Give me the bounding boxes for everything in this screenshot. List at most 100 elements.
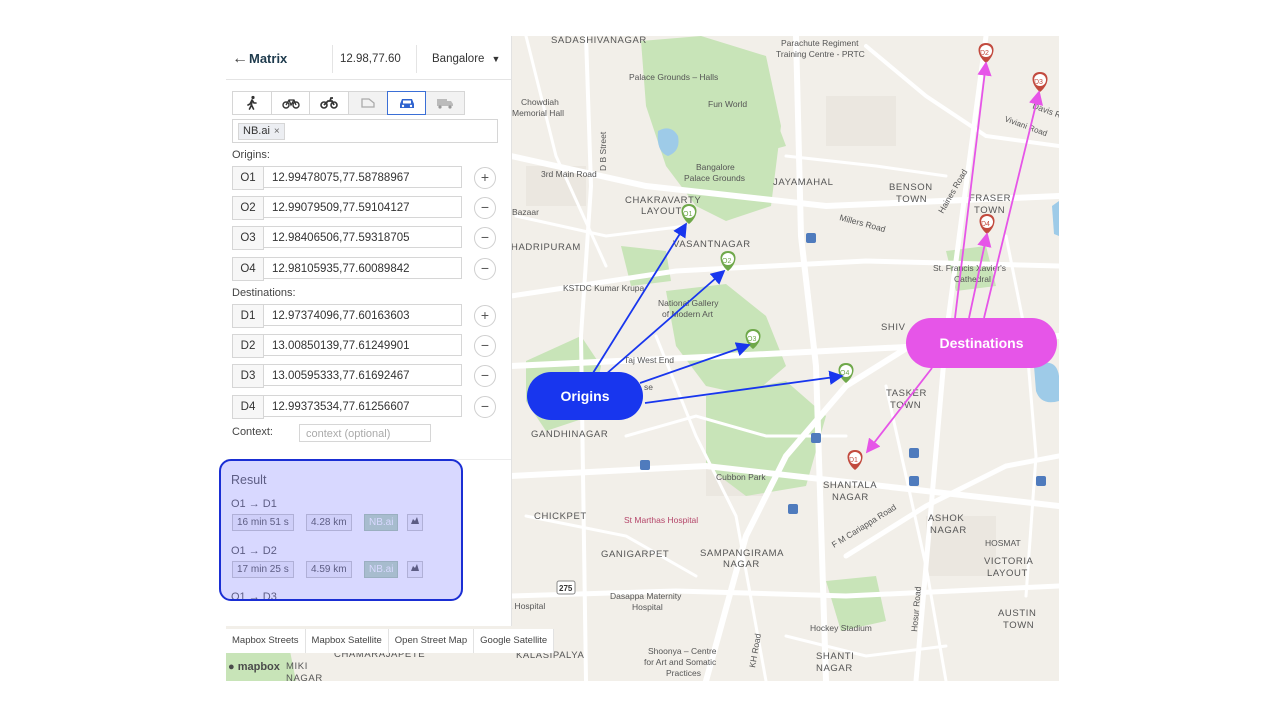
origin-marker-label: O4 — [840, 370, 849, 377]
origin-coord-input[interactable]: 12.98105935,77.60089842 — [264, 257, 462, 279]
origin-row-label: O3 — [232, 226, 264, 250]
map-label: NAGAR — [930, 525, 967, 536]
map-label: TOWN — [1003, 620, 1034, 631]
origin-coord-input[interactable]: 12.99079509,77.59104127 — [264, 196, 462, 218]
map-label: SADASHIVANAGAR — [551, 36, 647, 46]
origins-callout: Origins — [527, 372, 643, 420]
result-highlight-box — [219, 459, 463, 601]
map-label: NAGAR — [723, 559, 760, 570]
map-label: Parachute Regiment — [781, 38, 859, 48]
map-label: HADRIPURAM — [511, 242, 581, 253]
map-label: VICTORIA — [984, 556, 1034, 567]
map-label: 3rd Main Road — [541, 169, 597, 179]
scooter-icon — [361, 98, 375, 108]
destination-marker-label: D2 — [980, 50, 989, 57]
map-label: Chowdiah — [521, 97, 559, 107]
mode-motorcycle[interactable] — [309, 91, 350, 115]
origin-marker-label: O1 — [683, 211, 692, 218]
map-label: SHANTALA — [823, 480, 877, 491]
destination-row: D1 12.97374096,77.60163603 — [232, 304, 464, 328]
mode-scooter[interactable] — [348, 91, 388, 115]
destination-row-label: D1 — [232, 304, 264, 328]
map-label: Cubbon Park — [716, 472, 766, 482]
mapbox-logo-text: mapbox — [237, 661, 280, 673]
remove-origin-button[interactable]: − — [474, 227, 496, 249]
map-label: AUSTIN — [998, 608, 1036, 619]
map-label: Memorial Hall — [512, 108, 564, 118]
destination-row: D4 12.99373534,77.61256607 — [232, 395, 464, 419]
close-icon[interactable]: × — [274, 126, 280, 137]
map-label: SAMPANGIRAMA — [700, 548, 784, 559]
mapbox-logo: ● mapbox — [228, 661, 280, 673]
destinations-callout: Destinations — [906, 318, 1057, 368]
map-label: JAYAMAHAL — [773, 177, 833, 188]
origin-row: O3 12.98406506,77.59318705 — [232, 226, 464, 250]
map-label: SHIV — [881, 322, 906, 333]
map-label: Training Centre - PRTC — [776, 49, 865, 59]
tab-mapbox-satellite[interactable]: Mapbox Satellite — [306, 629, 389, 653]
remove-destination-button[interactable]: − — [474, 335, 496, 357]
map-label: KSTDC Kumar Krupa — [563, 283, 645, 293]
map-label: Palace Grounds – Halls — [629, 72, 718, 82]
origin-coord-input[interactable]: 12.98406506,77.59318705 — [264, 226, 462, 248]
map-label: SHANTI — [816, 651, 854, 662]
map-label: St. Francis Xavier's — [933, 263, 1006, 273]
map-label: of Modern Art — [662, 309, 714, 319]
origin-coord-input[interactable]: 12.99478075,77.58788967 — [264, 166, 462, 188]
context-label: Context: — [232, 426, 273, 438]
map-label: FRASER — [969, 193, 1011, 204]
destination-coord-input[interactable]: 12.99373534,77.61256607 — [264, 395, 462, 417]
tab-open-street-map[interactable]: Open Street Map — [389, 629, 475, 653]
highway-shield-icon: 275 — [556, 580, 576, 595]
map-label: Bazaar — [512, 207, 539, 217]
origin-marker-label: O2 — [722, 258, 731, 265]
destination-coord-input[interactable]: 13.00595333,77.61692467 — [264, 364, 462, 386]
map-label: Cathedral — [954, 274, 991, 284]
map-label: Dasappa Maternity — [610, 591, 682, 601]
remove-origin-button[interactable]: − — [474, 258, 496, 280]
city-select[interactable]: Bangalore ▼ — [416, 45, 522, 73]
destination-row: D2 13.00850139,77.61249901 — [232, 334, 464, 358]
mode-walk[interactable] — [232, 91, 272, 115]
mode-car[interactable] — [386, 91, 427, 115]
remove-destination-button[interactable]: − — [474, 396, 496, 418]
tag-input[interactable]: NB.ai × — [232, 119, 498, 143]
destination-coord-input[interactable]: 13.00850139,77.61249901 — [264, 334, 462, 356]
destination-marker-label: D1 — [849, 457, 858, 464]
map-label: D B Street — [598, 131, 608, 171]
map-label: Shoonya – Centre — [648, 646, 717, 656]
destination-row-label: D4 — [232, 395, 264, 419]
origin-row-label: O2 — [232, 196, 264, 220]
highway-number: 275 — [559, 584, 573, 593]
mode-truck[interactable] — [425, 91, 466, 115]
map-label: ASHOK — [928, 513, 964, 524]
destination-marker-label: D3 — [1034, 79, 1043, 86]
tab-mapbox-streets[interactable]: Mapbox Streets — [226, 629, 306, 653]
bicycle-icon — [281, 99, 300, 109]
tag-chip: NB.ai × — [238, 123, 285, 140]
destination-row: D3 13.00595333,77.61692467 — [232, 364, 464, 388]
remove-origin-button[interactable]: − — [474, 197, 496, 219]
map-label: LAYOUT — [987, 568, 1028, 579]
map-label: Hospital — [632, 602, 663, 612]
origin-row-label: O4 — [232, 257, 264, 281]
context-input[interactable]: context (optional) — [299, 424, 431, 442]
back-arrow-icon[interactable]: ← — [232, 51, 248, 67]
center-coords[interactable]: 12.98,77.60 — [332, 45, 420, 73]
tab-google-satellite[interactable]: Google Satellite — [474, 629, 555, 653]
destination-row-label: D2 — [232, 334, 264, 358]
add-destination-button[interactable]: + — [474, 305, 496, 327]
map-label: St Marthas Hospital — [624, 515, 698, 525]
map-label: for Art and Somatic — [644, 657, 717, 667]
mode-bicycle[interactable] — [270, 91, 311, 115]
add-origin-button[interactable]: + — [474, 167, 496, 189]
remove-destination-button[interactable]: − — [474, 365, 496, 387]
map-label: NAGAR — [832, 492, 869, 503]
city-select-value: Bangalore — [432, 53, 485, 65]
map-label: BENSON — [889, 182, 933, 193]
map-label: Practices — [666, 668, 701, 678]
caret-down-icon: ▼ — [491, 54, 501, 64]
map-label: NAGAR — [816, 663, 853, 674]
walk-icon — [247, 95, 257, 110]
destination-coord-input[interactable]: 12.97374096,77.60163603 — [264, 304, 462, 326]
